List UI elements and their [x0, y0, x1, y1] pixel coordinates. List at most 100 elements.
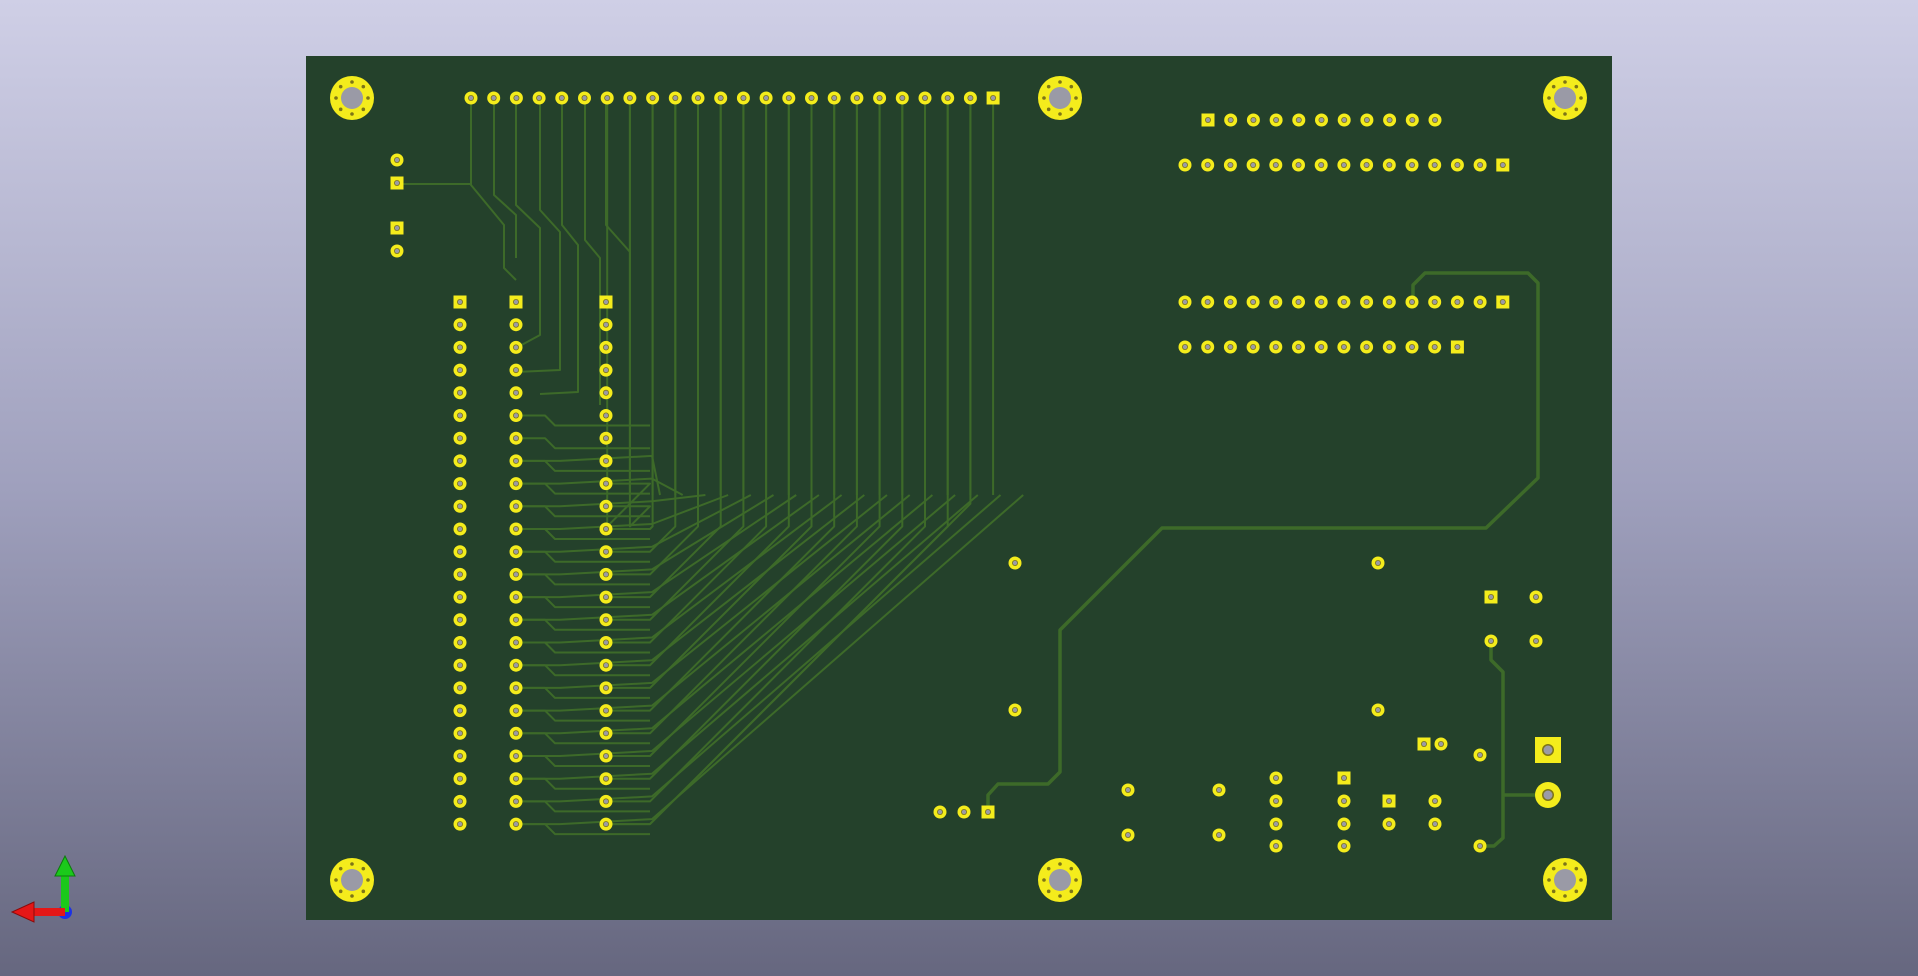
round-pad: [1405, 295, 1419, 309]
y-axis-arrow-icon: [54, 854, 76, 912]
round-pad: [1382, 817, 1396, 831]
3d-viewer-viewport[interactable]: [0, 0, 1918, 976]
round-pad: [509, 613, 523, 627]
round-pad: [1201, 158, 1215, 172]
round-pad: [509, 454, 523, 468]
round-pad: [1223, 158, 1237, 172]
round-pad: [1269, 817, 1283, 831]
round-pad: [1434, 737, 1448, 751]
round-pad: [1008, 703, 1022, 717]
mounting-hole: [1543, 858, 1587, 902]
mounting-hole: [1543, 76, 1587, 120]
round-pad: [1360, 158, 1374, 172]
round-pad: [1201, 295, 1215, 309]
square-pad: [1484, 590, 1498, 604]
square-pad: [1496, 158, 1510, 172]
round-pad: [453, 681, 467, 695]
round-pad: [1535, 782, 1561, 808]
round-pad: [599, 636, 613, 649]
round-pad: [509, 386, 523, 400]
round-pad: [1314, 340, 1328, 354]
round-pad: [555, 91, 569, 105]
round-pad: [453, 545, 467, 559]
round-pad: [1121, 828, 1135, 842]
square-pad: [390, 221, 404, 235]
round-pad: [941, 91, 955, 105]
round-pad: [599, 454, 613, 468]
round-pad: [1292, 295, 1305, 309]
round-pad: [509, 499, 523, 513]
round-pad: [453, 567, 467, 581]
round-pad: [509, 340, 523, 354]
round-pad: [509, 590, 523, 604]
round-pad: [1405, 340, 1419, 354]
round-pad: [1428, 817, 1442, 831]
round-pad: [487, 91, 501, 105]
round-pad: [464, 91, 478, 105]
round-pad: [1360, 295, 1374, 309]
round-pad: [453, 431, 467, 445]
round-pad: [599, 613, 613, 627]
round-pad: [453, 363, 467, 377]
round-pad: [1428, 113, 1442, 127]
round-pad: [578, 91, 591, 105]
round-pad: [1178, 340, 1192, 354]
pcb-board-render[interactable]: [0, 0, 1918, 976]
round-pad: [1292, 340, 1305, 354]
round-pad: [453, 658, 467, 672]
round-pad: [509, 91, 523, 105]
round-pad: [453, 409, 467, 422]
square-pad: [1382, 794, 1396, 808]
round-pad: [1292, 158, 1305, 172]
square-pad: [1496, 295, 1510, 309]
round-pad: [599, 545, 613, 559]
round-pad: [1473, 748, 1487, 762]
round-pad: [850, 91, 864, 105]
round-pad: [963, 91, 977, 105]
round-pad: [453, 499, 467, 513]
round-pad: [1405, 113, 1419, 127]
round-pad: [691, 91, 705, 105]
round-pad: [1428, 340, 1442, 354]
round-pad: [599, 567, 613, 581]
square-pad: [1450, 340, 1464, 354]
round-pad: [600, 91, 614, 105]
round-pad: [1360, 113, 1374, 127]
round-pad: [1246, 158, 1260, 172]
round-pad: [1405, 158, 1419, 172]
round-pad: [933, 805, 947, 819]
round-pad: [1484, 634, 1498, 648]
round-pad: [599, 499, 613, 513]
mounting-hole: [1038, 858, 1082, 902]
round-pad: [1178, 158, 1192, 172]
round-pad: [599, 726, 613, 740]
round-pad: [1360, 340, 1374, 354]
round-pad: [453, 704, 467, 718]
round-pad: [509, 704, 523, 718]
round-pad: [453, 318, 467, 332]
round-pad: [1269, 158, 1283, 172]
round-pad: [1224, 113, 1238, 127]
round-pad: [532, 91, 546, 105]
round-pad: [1529, 634, 1543, 648]
round-pad: [1269, 839, 1283, 853]
round-pad: [509, 658, 523, 672]
round-pad: [453, 386, 467, 400]
round-pad: [599, 772, 613, 786]
round-pad: [1246, 295, 1260, 309]
round-pad: [453, 817, 467, 831]
round-pad: [509, 409, 523, 422]
round-pad: [1428, 158, 1442, 172]
round-pad: [646, 91, 660, 105]
round-pad: [1337, 158, 1351, 172]
round-pad: [1473, 839, 1487, 853]
round-pad: [1473, 295, 1487, 309]
round-pad: [509, 545, 523, 559]
round-pad: [453, 613, 467, 627]
round-pad: [827, 91, 841, 105]
round-pad: [1337, 340, 1351, 354]
round-pad: [1212, 828, 1226, 842]
round-pad: [805, 91, 818, 105]
square-pad: [986, 91, 1000, 105]
square-pad: [390, 176, 404, 190]
